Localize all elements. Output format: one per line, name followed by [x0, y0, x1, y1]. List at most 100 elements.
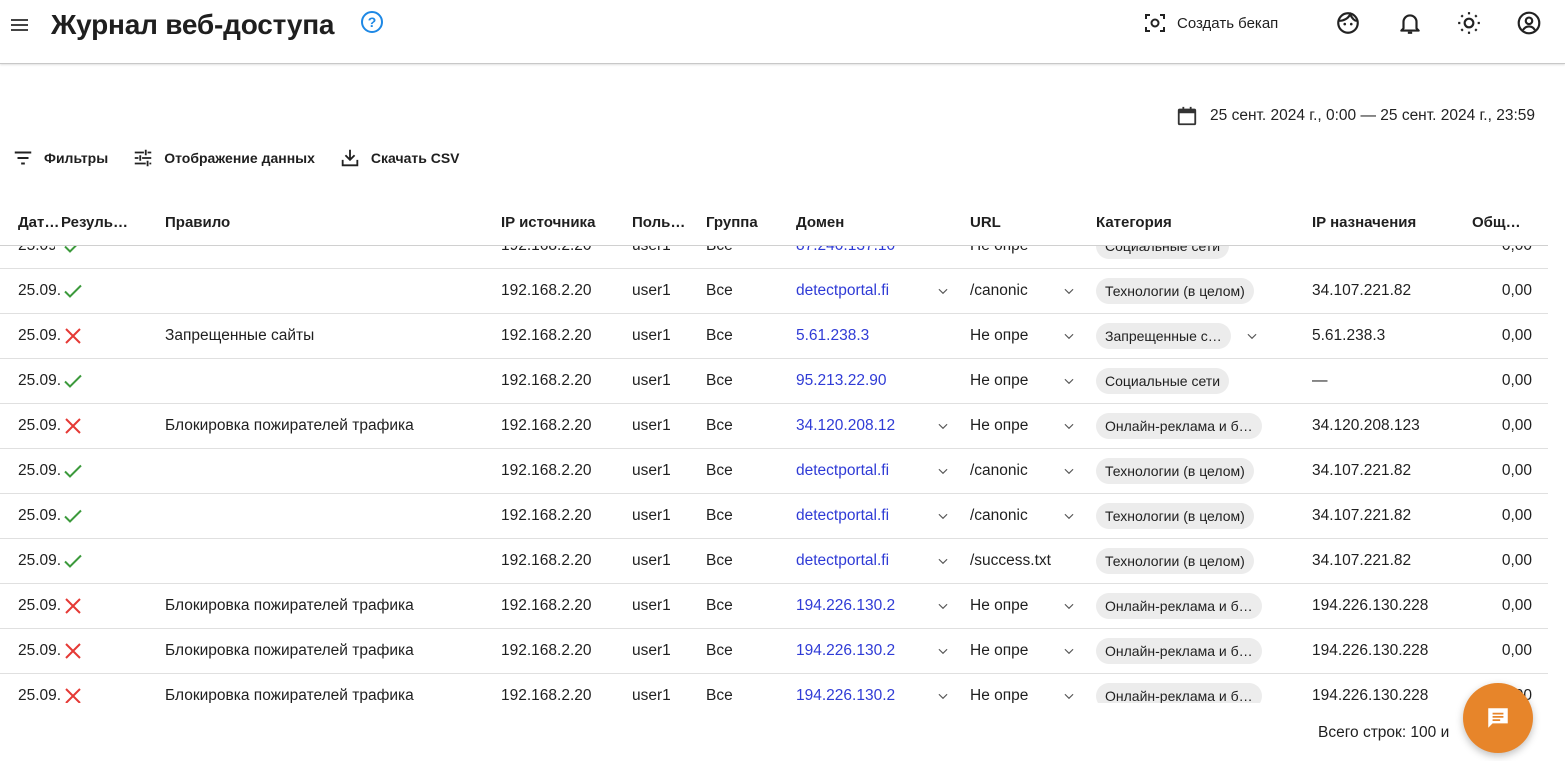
chevron-down-icon[interactable]	[1062, 509, 1076, 523]
table-row[interactable]: 25.09. Блокировка пожирателей трафика 192.…	[0, 628, 1548, 674]
table-row[interactable]: 25.09. 192.168.2.20 user1 Все detectportal.f…	[0, 493, 1548, 539]
download-csv-button[interactable]: Скачать CSV	[339, 147, 460, 169]
col-src-ip-header[interactable]: IP источника	[501, 200, 632, 246]
domain-link[interactable]: 194.226.130.2	[796, 642, 936, 660]
result-cell	[61, 403, 165, 449]
cross-icon	[65, 687, 81, 703]
domain-link[interactable]: detectportal.fi	[796, 462, 936, 480]
chevron-down-icon[interactable]	[1245, 329, 1259, 343]
domain-wrap: 95.213.22.90	[796, 372, 964, 390]
col-result-header[interactable]: Резуль…	[61, 200, 165, 246]
result-cell	[61, 493, 165, 539]
src-ip-cell: 192.168.2.20	[501, 448, 632, 494]
domain-link[interactable]: 34.120.208.12	[796, 417, 936, 435]
display-settings-label: Отображение данных	[164, 150, 315, 166]
date-cell: 25.09.	[0, 538, 61, 584]
help-icon[interactable]: ?	[361, 11, 383, 33]
date-cell: 25.09.	[0, 583, 61, 629]
col-dst-ip-header[interactable]: IP назначения	[1312, 200, 1472, 246]
domain-link[interactable]: 87.240.137.10	[796, 246, 895, 256]
account-icon[interactable]	[1516, 10, 1542, 36]
domain-link[interactable]: detectportal.fi	[796, 552, 936, 570]
filters-button[interactable]: Фильтры	[12, 147, 108, 169]
table-row[interactable]: 25.09. 192.168.2.20 user1 Все detectportal.f…	[0, 448, 1548, 494]
partial-cell-inner: Все	[706, 245, 733, 255]
chevron-down-icon[interactable]	[1062, 599, 1076, 613]
partial-cell-wrap	[1312, 246, 1466, 268]
domain-link[interactable]: 5.61.238.3	[796, 327, 950, 345]
chevron-down-icon[interactable]	[1062, 644, 1076, 658]
category-wrap: Онлайн-реклама и б…	[1096, 412, 1306, 439]
domain-link[interactable]: 194.226.130.2	[796, 687, 936, 704]
src-ip-cell: 192.168.2.20	[501, 493, 632, 539]
col-category-header[interactable]: Категория	[1096, 200, 1312, 246]
chevron-down-icon[interactable]	[936, 689, 950, 703]
partial-cell-inner: user1	[632, 245, 671, 255]
page-title: Журнал веб-доступа	[51, 9, 335, 40]
bell-icon[interactable]	[1397, 10, 1423, 36]
result-cell	[61, 245, 165, 269]
col-group-header[interactable]: Группа	[706, 200, 796, 246]
col-url-header[interactable]: URL	[970, 200, 1096, 246]
partial-cell-inner	[61, 245, 159, 268]
chevron-down-icon[interactable]	[1062, 464, 1076, 478]
domain-link[interactable]: detectportal.fi	[796, 282, 936, 300]
src-ip-cell: 192.168.2.20	[501, 403, 632, 449]
create-backup-label: Создать бекап	[1177, 14, 1279, 32]
table-row[interactable]: 25.09. Запрещенные сайты 192.168.2.20 user1…	[0, 313, 1548, 359]
check-icon	[64, 509, 82, 523]
face-icon[interactable]	[1335, 10, 1361, 36]
date-range-picker[interactable]: 25 сент. 2024 г., 0:00 — 25 сент. 2024 г…	[1176, 105, 1535, 127]
menu-icon[interactable]	[8, 13, 32, 37]
url-wrap: /canonic	[970, 282, 1090, 300]
table-row[interactable]: 25.09. Блокировка пожирателей трафика 192.…	[0, 403, 1548, 449]
chevron-down-icon[interactable]	[936, 644, 950, 658]
col-user-header[interactable]: Поль…	[632, 200, 706, 246]
group-cell: Все	[706, 403, 796, 449]
sun-icon[interactable]	[1456, 10, 1482, 36]
table-row[interactable]: 25.09. 192.168.2.20 user1 Все detectportal.f…	[0, 538, 1548, 584]
col-domain-header[interactable]: Домен	[796, 200, 970, 246]
table-row[interactable]: 25.09. Блокировка пожирателей трафика 192.…	[0, 673, 1548, 703]
url-cell: /canonic	[970, 448, 1096, 494]
category-chip: Запрещенные с…	[1096, 322, 1231, 349]
category-cell: Запрещенные с…	[1096, 313, 1312, 359]
chevron-down-icon[interactable]	[1062, 374, 1076, 388]
rule-cell	[165, 245, 501, 269]
col-rule-header[interactable]: Правило	[165, 200, 501, 246]
date-cell: 25.09.	[0, 403, 61, 449]
partial-cell-inner: 0,00	[1501, 245, 1532, 255]
dst-ip-cell: 34.107.221.82	[1312, 538, 1472, 584]
domain-wrap: 194.226.130.2	[796, 687, 964, 704]
chevron-down-icon[interactable]	[936, 554, 950, 568]
table-row[interactable]: 25.09. 192.168.2.20 user1 Все 87.240.137.10 Н…	[0, 245, 1548, 269]
dst-ip-cell: 34.120.208.123	[1312, 403, 1472, 449]
col-date-header[interactable]: Дат…	[0, 200, 61, 246]
chevron-down-icon[interactable]	[1062, 689, 1076, 703]
chevron-down-icon[interactable]	[936, 464, 950, 478]
table-row[interactable]: 25.09. 192.168.2.20 user1 Все 95.213.22.90 Не…	[0, 358, 1548, 404]
partial-cell-inner	[1312, 246, 1466, 268]
domain-wrap: 194.226.130.2	[796, 597, 964, 615]
chat-fab-button[interactable]	[1463, 683, 1533, 753]
chevron-down-icon[interactable]	[1062, 284, 1076, 298]
chevron-down-icon[interactable]	[1062, 329, 1076, 343]
chevron-down-icon[interactable]	[936, 599, 950, 613]
domain-link[interactable]: 194.226.130.2	[796, 597, 936, 615]
chevron-down-icon[interactable]	[936, 284, 950, 298]
domain-link[interactable]: 95.213.22.90	[796, 372, 950, 390]
domain-link[interactable]: detectportal.fi	[796, 507, 936, 525]
col-total-header[interactable]: Общ…	[1472, 200, 1548, 246]
url-cell: /success.txt	[970, 538, 1096, 584]
domain-cell: detectportal.fi	[796, 493, 970, 539]
table-row[interactable]: 25.09. 192.168.2.20 user1 Все detectportal.f…	[0, 268, 1548, 314]
chevron-down-icon[interactable]	[1062, 419, 1076, 433]
result-cell	[61, 583, 165, 629]
chevron-down-icon[interactable]	[936, 419, 950, 433]
partial-cell-inner: 25.09.	[18, 245, 55, 255]
create-backup-button[interactable]: Создать бекап	[1143, 9, 1278, 37]
display-settings-button[interactable]: Отображение данных	[132, 147, 315, 169]
user-cell: user1	[632, 628, 706, 674]
table-row[interactable]: 25.09. Блокировка пожирателей трафика 192.…	[0, 583, 1548, 629]
chevron-down-icon[interactable]	[936, 509, 950, 523]
